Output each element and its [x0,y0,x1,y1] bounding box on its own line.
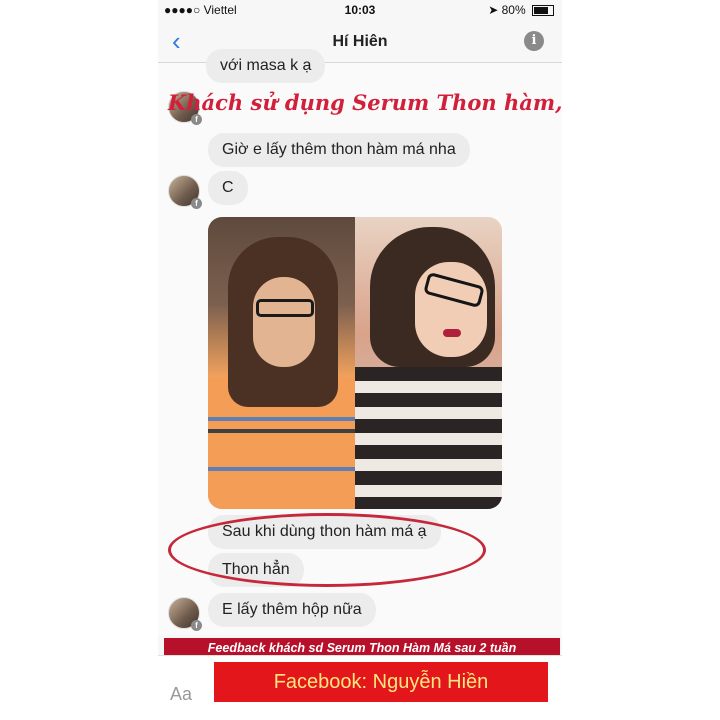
photo-after [355,217,502,509]
message-bubble[interactable]: với masa k ạ [206,49,326,83]
avatar[interactable]: f [168,175,202,209]
message-list[interactable]: với masa k ạ f Khách sử dụng Serum Thon … [158,49,562,658]
message-bubble[interactable]: C [208,171,248,205]
photo-attachment[interactable] [208,217,502,509]
message-bubble[interactable]: Giờ e lấy thêm thon hàm má nha [208,133,470,167]
info-button[interactable]: i [524,31,544,51]
message-text: với masa k ạ [220,57,312,74]
message-text: C [222,179,234,196]
battery-percent: 80% [501,3,526,17]
status-right: ➤ 80% [488,3,554,17]
battery-icon [532,5,554,17]
text-format-button[interactable]: Aa [170,684,192,705]
phone-screen: ●●●●○ Viettel 10:03 ➤ 80% ‹ Hí Hiên i vớ… [158,0,562,720]
highlight-ellipse [168,513,486,587]
message-text: E lấy thêm hộp nữa [222,601,362,618]
message-bubble[interactable]: E lấy thêm hộp nữa [208,593,376,627]
photo-before [208,217,355,509]
avatar[interactable]: f [168,597,202,631]
messenger-badge-icon: f [191,114,202,125]
location-icon: ➤ [488,3,499,17]
message-text: Giờ e lấy thêm thon hàm má nha [222,141,456,158]
messenger-badge-icon: f [191,620,202,631]
status-bar: ●●●●○ Viettel 10:03 ➤ 80% [158,0,562,22]
facebook-banner: Facebook: Nguyễn Hiền [214,662,548,702]
overlay-caption: Khách sử dụng Serum Thon hàm, thon m [168,90,562,115]
messenger-badge-icon: f [191,198,202,209]
